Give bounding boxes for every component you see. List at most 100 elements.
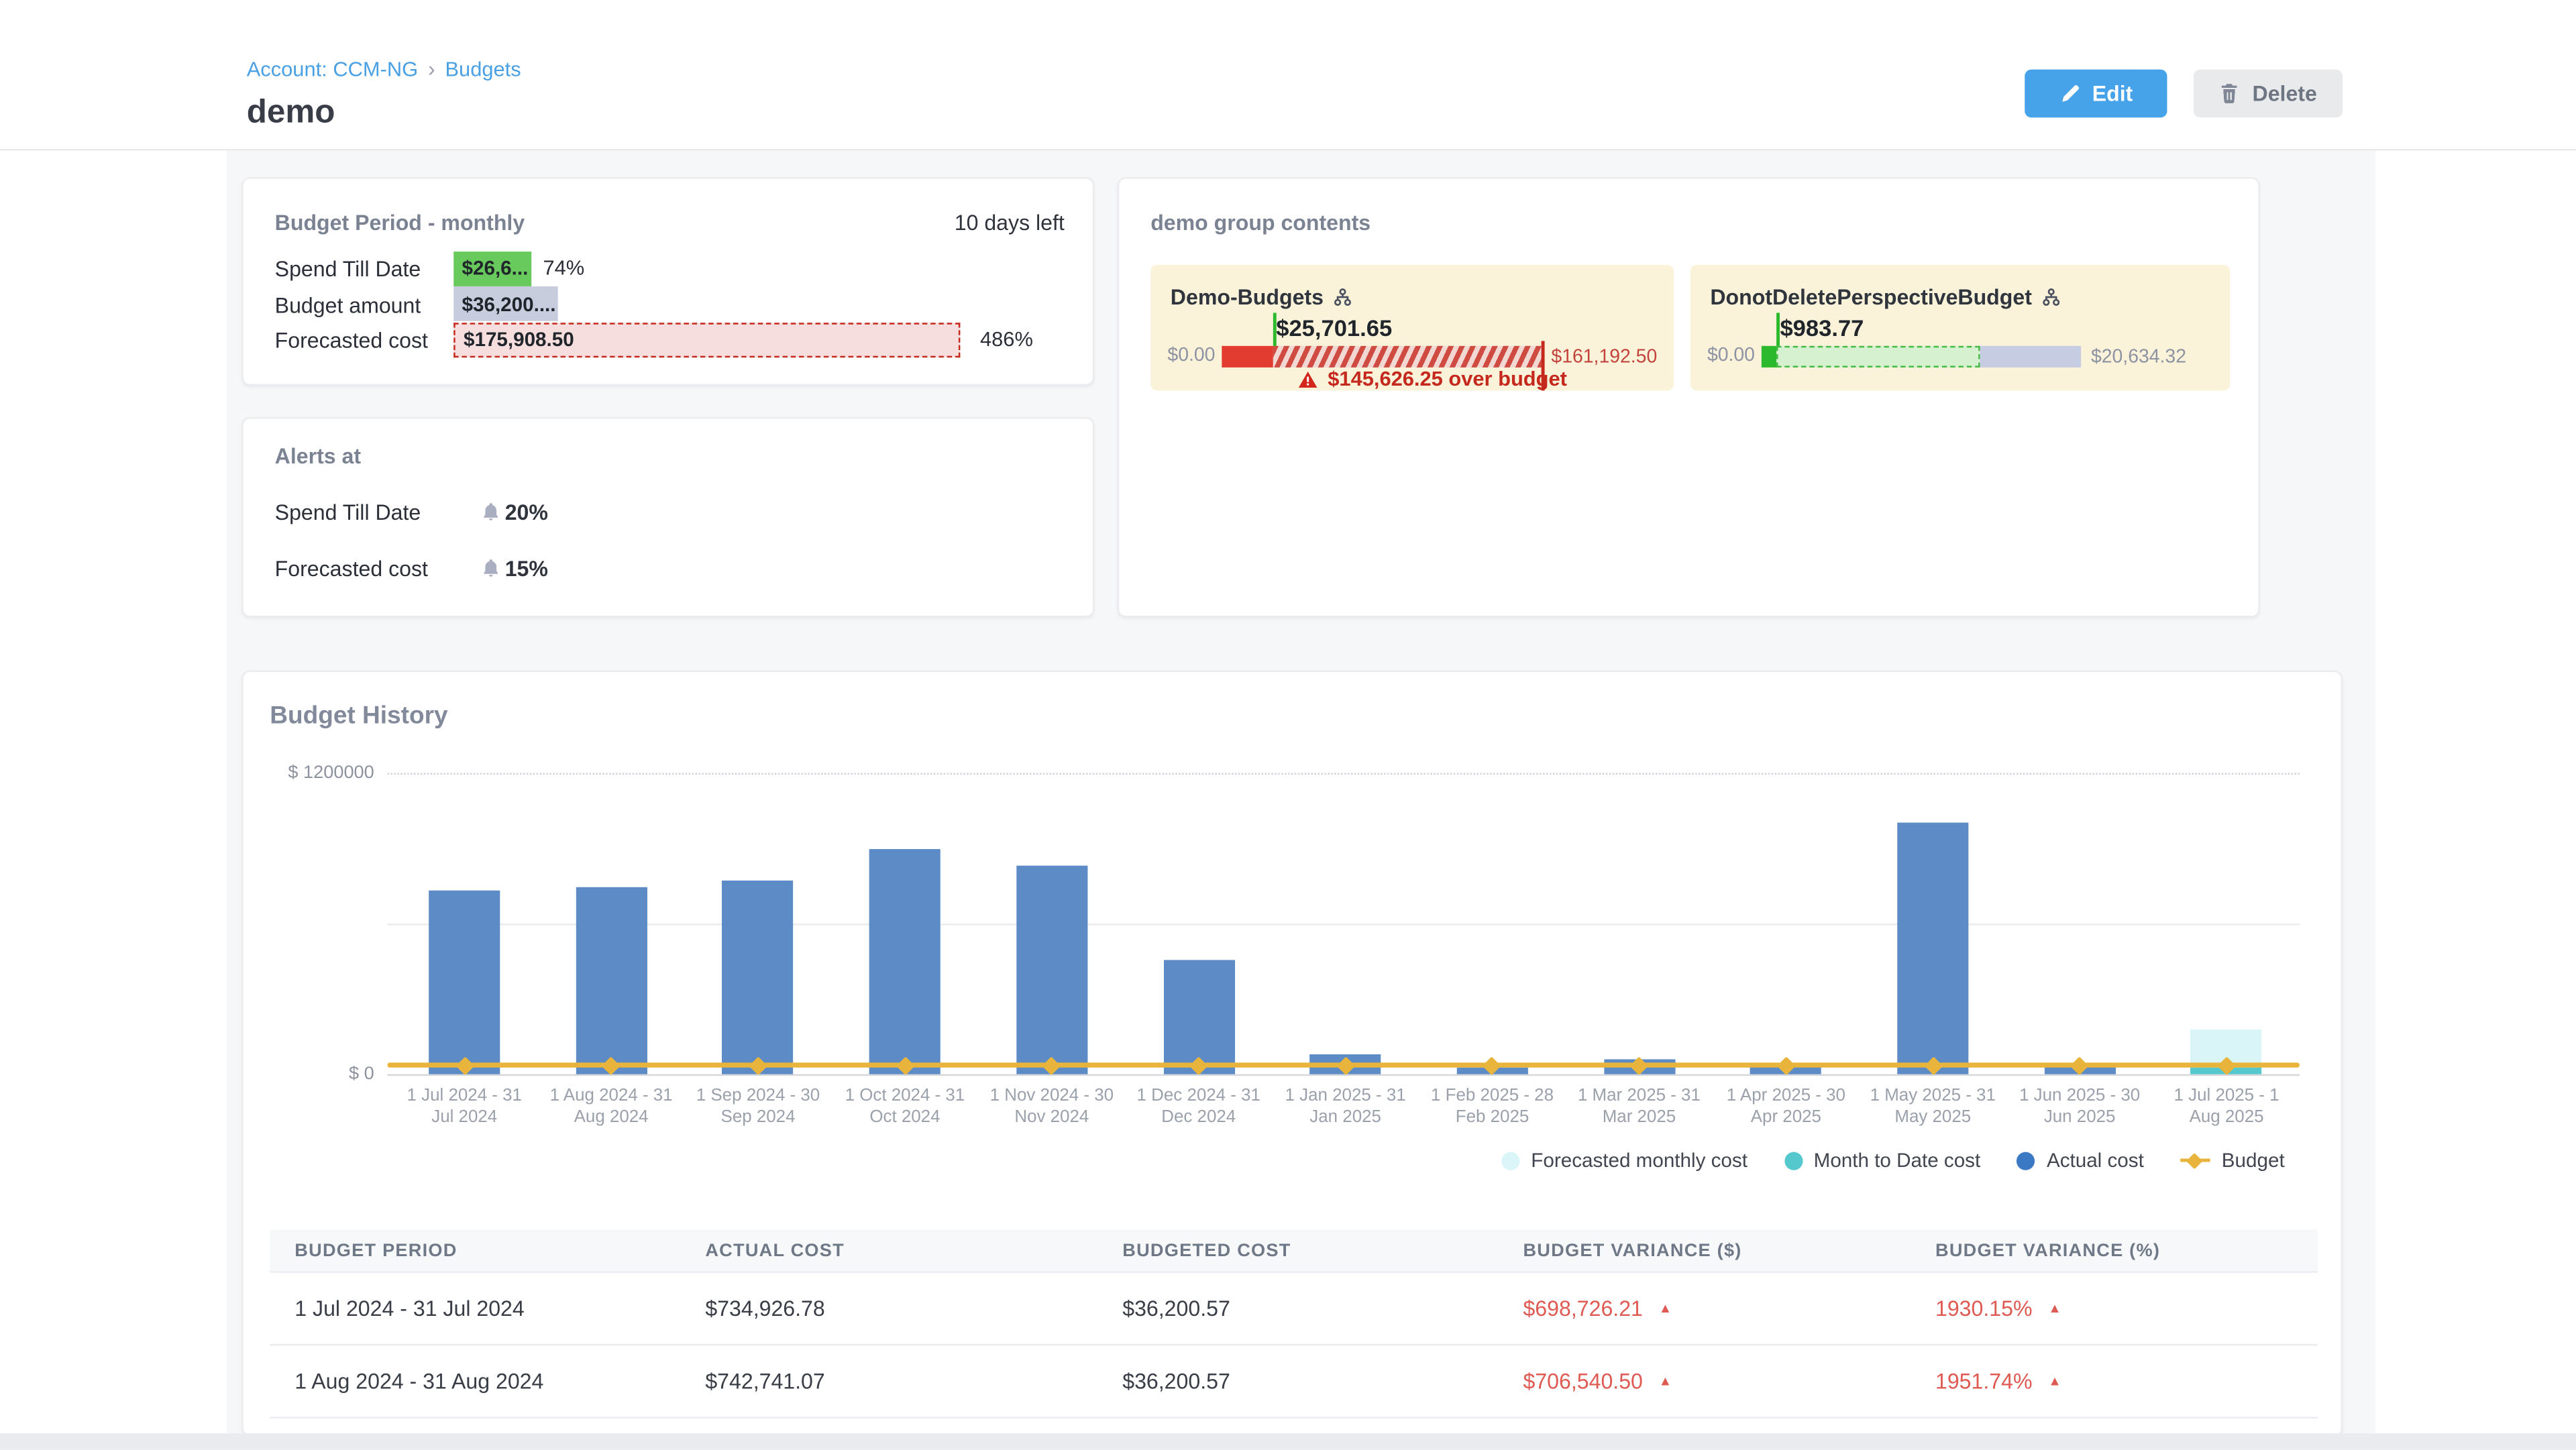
x-axis-tick-label: 1 Dec 2024 - 31Dec 2024 [1119,1086,1278,1129]
edit-button-label: Edit [2092,81,2133,106]
alert-forecast-label: Forecasted cost [275,556,428,581]
legend-item-month-to-date-cost[interactable]: Month to Date cost [1784,1149,1980,1172]
trend-up-icon: ▲ [2048,1301,2061,1316]
budget-period-cell: 1 Jul 2024 - 31 Jul 2024 [270,1296,680,1321]
x-axis-tick-label: 1 Mar 2025 - 31Mar 2025 [1560,1086,1719,1129]
actual-cost-bar[interactable] [576,888,647,1074]
bar-min-label: $0.00 [1690,346,1755,366]
over-budget-alert-text: $145,626.25 over budget [1328,368,1567,391]
remaining-budget-segment [1980,346,2081,368]
bell-icon [482,558,500,578]
table-header-cell: BUDGET VARIANCE (%) [1911,1241,2318,1261]
actual-cost-cell: $734,926.78 [680,1296,1097,1321]
legend-circle-marker [1784,1151,1802,1169]
table-header-row: BUDGET PERIODACTUAL COSTBUDGETED COSTBUD… [270,1230,2318,1273]
breadcrumb-budgets-link[interactable]: Budgets [445,57,521,80]
variance-usd-cell: $706,540.50 ▲ [1498,1369,1911,1394]
budget-amount-chip: $36,200.... [453,286,557,321]
bar-min-label: $0.00 [1150,346,1215,366]
legend-label: Actual cost [2047,1149,2144,1172]
budget-period-cell: 1 Aug 2024 - 31 Aug 2024 [270,1369,680,1394]
legend-diamond-marker [2180,1152,2210,1169]
legend-circle-marker [2017,1151,2035,1169]
hierarchy-icon [1334,287,1354,307]
child-budget-spend-amount: $25,701.65 [1276,315,1392,341]
legend-circle-marker [1501,1151,1519,1169]
child-budget-name: Demo-Budgets [1171,284,1324,309]
budget-period-card: Budget Period - monthly 10 days left Spe… [241,177,1094,386]
actual-cost-bar[interactable] [722,880,794,1074]
child-budget-name: DonotDeletePerspectiveBudget [1710,284,2032,309]
table-row: 1 Aug 2024 - 31 Aug 2024$742,741.07$36,2… [270,1345,2318,1418]
actual-cost-bar[interactable] [1897,822,1968,1074]
y-axis-zero-label: $ 0 [258,1064,374,1084]
actual-cost-bar[interactable] [429,889,500,1074]
x-axis-tick-label: 1 Sep 2024 - 30Sep 2024 [679,1086,838,1129]
alert-spend-value: 20% [505,500,548,524]
table-header-cell: BUDGETED COST [1097,1241,1498,1261]
table-header-cell: BUDGET VARIANCE ($) [1498,1241,1911,1261]
trend-up-icon: ▲ [1659,1374,1672,1388]
budget-history-table: BUDGET PERIODACTUAL COSTBUDGETED COSTBUD… [270,1230,2318,1418]
child-budget-spend-amount: $983.77 [1780,315,1864,341]
delete-button-label: Delete [2253,81,2317,106]
alerts-card: Alerts at Spend Till Date 20% Forecasted… [241,417,1094,618]
forecast-over-segment [1273,346,1541,368]
actual-cost-bar[interactable] [1016,866,1087,1074]
breadcrumb-account-link[interactable]: Account: CCM-NG [247,57,418,80]
x-axis-tick-label: 1 Jul 2024 - 31Jul 2024 [385,1086,544,1129]
spend-segment [1762,346,1777,368]
legend-label: Month to Date cost [1814,1149,1981,1172]
alerts-title: Alerts at [275,443,361,468]
budgeted-cost-cell: $36,200.57 [1097,1369,1498,1394]
child-budget-demo-budgets[interactable]: Demo-Budgets $25,701.65 $0.00 $161,192.5… [1150,265,1674,391]
spend-segment [1222,346,1273,368]
budget-period-title: Budget Period - monthly [275,210,525,235]
hierarchy-icon [2042,287,2062,307]
legend-item-actual-cost[interactable]: Actual cost [2017,1149,2144,1172]
chart-plot [387,773,2299,1074]
alert-forecast-value: 15% [505,556,548,581]
x-axis-tick-label: 1 Feb 2025 - 28Feb 2025 [1413,1086,1572,1129]
bar-max-label: $20,634.32 [2091,347,2186,368]
x-axis-line [387,1074,2299,1076]
bell-icon [482,502,500,522]
chart-x-axis: 1 Jul 2024 - 31Jul 20241 Aug 2024 - 31Au… [387,1086,2299,1132]
chart-legend: Forecasted monthly cost Month to Date cos… [1501,1149,2285,1172]
x-axis-tick-label: 1 Jul 2025 - 1Aug 2025 [2147,1086,2306,1129]
edit-button[interactable]: Edit [2025,70,2167,118]
table-header-cell: BUDGET PERIOD [270,1241,680,1261]
trend-up-icon: ▲ [1659,1301,1672,1316]
actual-cost-bar[interactable] [869,848,941,1074]
budget-history-card: Budget History $ 1200000 $ 0 1 Jul 2024 … [241,670,2343,1437]
legend-label: Budget [2222,1149,2285,1172]
budget-detail-page: Account: CCM-NG › Budgets demo Edit Dele… [0,0,2576,1450]
legend-item-forecasted-monthly-cost[interactable]: Forecasted monthly cost [1501,1149,1748,1172]
y-axis-max-label: $ 1200000 [258,763,374,783]
x-axis-tick-label: 1 Jun 2025 - 30Jun 2025 [2000,1086,2159,1129]
child-budget-donotdelete[interactable]: DonotDeletePerspectiveBudget $983.77 $0.… [1690,265,2231,391]
legend-item-budget[interactable]: Budget [2180,1149,2285,1172]
x-axis-tick-label: 1 Jan 2025 - 31Jan 2025 [1266,1086,1425,1129]
pencil-icon [2059,82,2080,104]
budget-progress-bar [1762,346,2081,368]
x-axis-tick-label: 1 Nov 2024 - 30Nov 2024 [972,1086,1131,1129]
alert-spend-label: Spend Till Date [275,500,421,524]
group-contents-card: demo group contents Demo-Budgets $25,701… [1118,177,2260,617]
warning-icon [1298,370,1318,388]
delete-button[interactable]: Delete [2194,70,2343,118]
forecasted-cost-label: Forecasted cost [275,328,428,353]
group-contents-title: demo group contents [1150,210,1371,235]
over-budget-alert: $145,626.25 over budget [1298,368,1567,391]
page-title: demo [247,95,335,133]
variance-usd-cell: $698,726.21 ▲ [1498,1296,1911,1321]
days-left: 10 days left [955,210,1065,235]
breadcrumb-separator: › [428,56,435,81]
x-axis-tick-label: 1 Apr 2025 - 30Apr 2025 [1707,1086,1866,1129]
spend-till-date-chip: $26,6... [453,251,531,286]
spend-till-date-percent: 74% [543,257,584,280]
bottom-strip [0,1433,2576,1450]
x-axis-tick-label: 1 Aug 2024 - 31Aug 2024 [532,1086,691,1129]
table-row: 1 Jul 2024 - 31 Jul 2024$734,926.78$36,2… [270,1273,2318,1346]
bar-max-label: $161,192.50 [1551,347,1657,368]
